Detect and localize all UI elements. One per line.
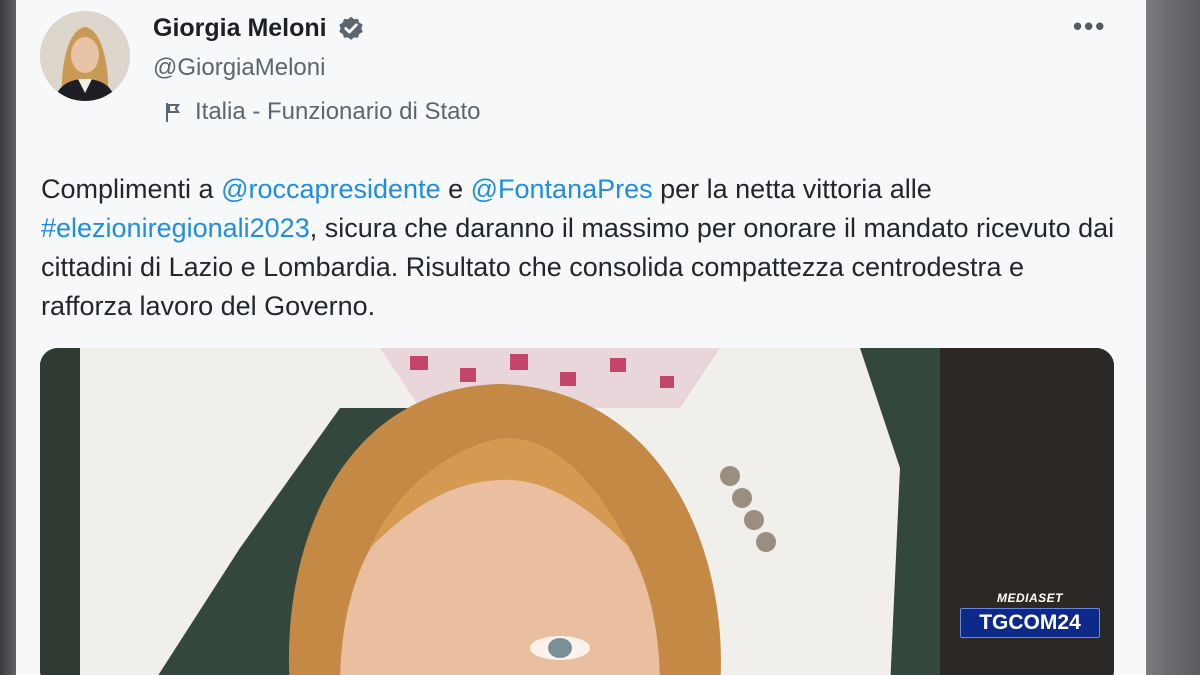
tweet-text-part: Complimenti a [41, 174, 222, 204]
mention-link-roccapresidente[interactable]: @roccapresidente [221, 174, 441, 204]
tgcom24-watermark: MEDIASET TGCOM24 [960, 591, 1100, 638]
frame-right-edge [1146, 0, 1200, 675]
tweet-photo[interactable] [40, 348, 1114, 675]
avatar[interactable] [40, 11, 130, 101]
tweet-text-part: e [440, 174, 471, 204]
author-name[interactable]: Giorgia Meloni [153, 14, 327, 43]
more-options-icon[interactable]: ••• [1073, 13, 1106, 39]
government-flag-icon [166, 103, 180, 122]
photo-content [40, 348, 1114, 675]
avatar-photo [40, 11, 130, 101]
tweet-card: Giorgia Meloni @GiorgiaMeloni Italia - F… [16, 0, 1146, 675]
author-name-row: Giorgia Meloni [153, 14, 365, 43]
frame-left-edge [0, 0, 16, 675]
verified-badge-icon [338, 16, 363, 40]
affiliation-text: Italia - Funzionario di Stato [195, 98, 481, 125]
mediaset-label: MEDIASET [996, 591, 1063, 605]
tweet-text-part: per la netta vittoria alle [652, 174, 932, 204]
hashtag-link[interactable]: #elezioniregionali2023 [41, 213, 310, 243]
tweet-text: Complimenti a @roccapresidente e @Fontan… [41, 170, 1121, 326]
affiliation-label: Italia - Funzionario di Stato [163, 98, 480, 126]
mention-link-fontanapres[interactable]: @FontanaPres [471, 174, 653, 204]
tgcom24-logo: TGCOM24 [960, 608, 1100, 638]
author-handle[interactable]: @GiorgiaMeloni [153, 54, 325, 82]
